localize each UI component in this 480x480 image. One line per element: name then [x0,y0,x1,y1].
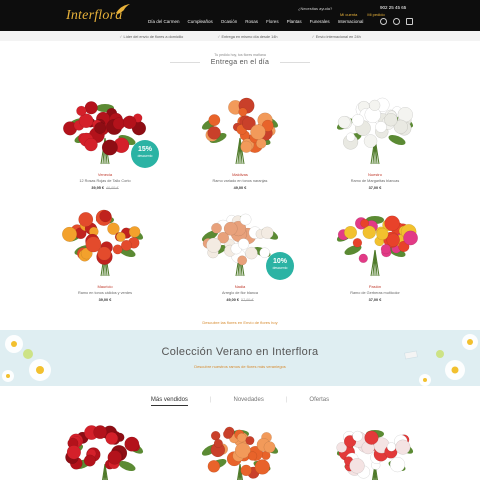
section-eyebrow: Tu pedido hoy, tus flores mañana [214,53,266,57]
old-price: 46,95 € [106,186,119,190]
product-card[interactable]: Venecia 12 Rosas Rojas de Tallo Corto 39,9… [45,88,165,208]
product-card[interactable]: Pasión Ramo de Gerberas multicolor 37,00 € [315,200,435,320]
see-all-link[interactable]: Descubre las flores en Envío de flores h… [0,320,480,325]
bouquet-image[interactable] [325,88,425,166]
product-category[interactable]: Venecia [45,172,165,177]
phone-number[interactable]: 902 25 45 65 [380,5,406,10]
discount-badge: 10% descuento [266,252,294,280]
nav-item[interactable]: Ocasión [221,19,238,24]
discount-percent: 10% [272,258,287,265]
nav-item[interactable]: Día del Carmen [148,19,180,24]
nav-item[interactable]: Internacional [338,19,364,24]
nav-item[interactable]: Flores [266,19,279,24]
section-title: Entrega en el día [210,59,270,66]
product-price: 39,00 € [45,298,165,302]
discount-label: descuento [272,266,288,270]
benefit-item: Líder del envío de flores a domicilio [119,34,184,39]
divider [280,62,310,63]
current-price: 49,00 € [226,298,239,302]
bouquet-image[interactable] [55,200,155,278]
product-name: Ramo variado en tonos naranjas [212,179,268,183]
nav-item[interactable]: Cumpleaños [188,19,213,24]
benefit-item: Envío internacional en 24h [311,34,361,39]
account-link[interactable]: Mi cuenta [340,12,357,17]
tab-best-sellers[interactable]: Más vendidos [150,397,188,406]
nav-item[interactable]: Plantas [287,19,302,24]
product-card[interactable]: Maldivas Ramo variado en tonos naranjas 49… [180,88,300,208]
search-icon[interactable] [380,18,387,25]
tab-new[interactable]: Novedades [233,397,263,406]
cart-icon[interactable] [406,18,413,25]
mercury-logo-icon [116,4,130,14]
product-card[interactable]: Mauricio Ramo en tonos cálidos y verdes 39… [45,200,165,320]
bouquet-image[interactable] [190,88,290,166]
order-link[interactable]: Mi pedido [367,12,384,17]
nav-item[interactable]: Funerales [310,19,330,24]
summer-banner[interactable]: Colección Verano en Interflora Descubre … [0,330,480,386]
product-card[interactable] [180,414,300,480]
product-name: Arreglo de flor blanca [221,291,259,295]
product-card[interactable] [45,414,165,480]
nav-item[interactable]: Rosas [245,19,258,24]
account-links: Mi cuenta Mi pedido [340,12,385,17]
banner-subtitle[interactable]: Descubre nuestros ramos de flores más ve… [0,364,480,369]
main-nav: Día del Carmen Cumpleaños Ocasión Rosas … [148,19,363,24]
product-card[interactable]: Nadia Arreglo de flor blanca 49,00 €57,95 … [180,200,300,320]
product-tabs: Más vendidos | Novedades | Ofertas [0,397,480,406]
product-category[interactable]: Maldivas [180,172,300,177]
daisy-decoration [2,334,478,386]
discount-badge: 15% descuento [131,140,159,168]
current-price: 39,95 € [91,186,104,190]
current-price: 39,00 € [98,298,112,302]
current-price: 37,00 € [368,298,382,302]
banner-title: Colección Verano en Interflora [161,346,319,358]
product-card[interactable] [315,414,435,480]
product-price: 37,00 € [315,186,435,190]
bouquet-image[interactable] [325,200,425,278]
product-price: 37,00 € [315,298,435,302]
logo[interactable]: Interflora [66,8,122,24]
stems [370,249,380,277]
product-name: Ramo en tonos cálidos y verdes [77,291,133,295]
tab-divider: | [285,397,288,403]
product-category[interactable]: Pasión [315,284,435,289]
product-name: Ramo de Gerberas multicolor [350,291,400,295]
product-category[interactable]: Nuestro [315,172,435,177]
header-icons [380,18,413,25]
benefits-bar: Líder del envío de flores a domicilio En… [0,31,480,41]
product-price: 49,00 €57,95 € [180,298,300,302]
site-header: Interflora ¿Necesitas ayuda? 902 25 45 6… [0,0,480,31]
bouquet-image[interactable] [325,414,425,480]
discount-label: descuento [137,154,153,158]
old-price: 57,95 € [241,298,254,302]
bouquet-image[interactable] [55,414,155,480]
benefit-item: Entrega en mismo día desde 14h [217,34,278,39]
help-text[interactable]: ¿Necesitas ayuda? [298,6,332,11]
current-price: 37,00 € [368,186,382,190]
bouquet-image[interactable] [190,414,290,480]
product-price: 49,00 € [180,186,300,190]
product-name: 12 Rosas Rojas de Tallo Corto [79,179,131,183]
product-category[interactable]: Nadia [180,284,300,289]
product-name: Ramo de Margaritas blancas [350,179,400,183]
discount-percent: 15% [137,146,152,153]
product-card[interactable]: Nuestro Ramo de Margaritas blancas 37,00 € [315,88,435,208]
user-icon[interactable] [393,18,400,25]
current-price: 49,00 € [233,186,247,190]
tab-divider: | [209,397,212,403]
tab-offers[interactable]: Ofertas [309,397,329,406]
product-price: 39,95 €46,95 € [45,186,165,190]
product-category[interactable]: Mauricio [45,284,165,289]
